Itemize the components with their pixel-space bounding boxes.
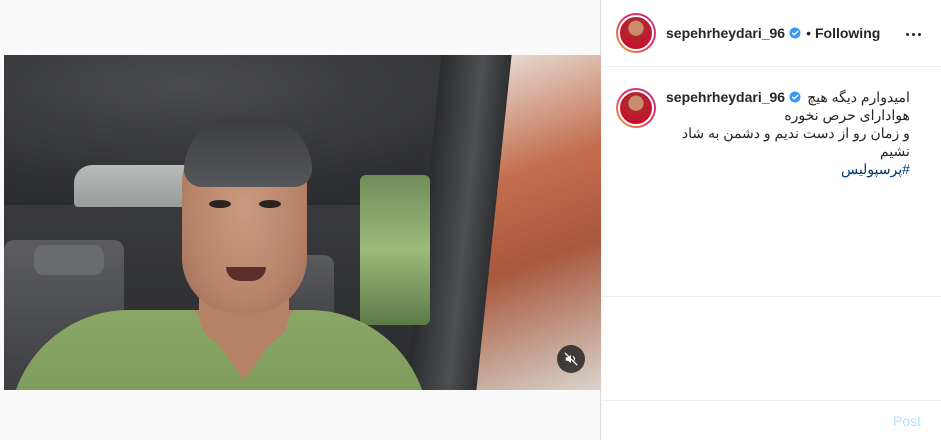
- caption-text-line: نشیم: [879, 143, 910, 159]
- instagram-post: sepehrheydari_96 • Following sepehrheyda…: [0, 0, 941, 440]
- story-ring[interactable]: [616, 13, 656, 53]
- following-button[interactable]: Following: [815, 25, 880, 41]
- caption-body: sepehrheydari_96 امیدوارم دیگه هیچ هوادا…: [666, 88, 910, 178]
- post-comment-button[interactable]: Post: [893, 413, 921, 429]
- header-username[interactable]: sepehrheydari_96: [666, 25, 785, 41]
- media-panel: [3, 0, 601, 440]
- add-comment-bar: Post: [602, 400, 941, 440]
- video-person-eye: [209, 200, 231, 208]
- speaker-muted-icon: [564, 352, 578, 366]
- comments-area: sepehrheydari_96 امیدوارم دیگه هیچ هوادا…: [602, 67, 941, 297]
- video-scene-side-window: [360, 175, 430, 325]
- caption-head: sepehrheydari_96 امیدوارم دیگه هیچ: [666, 88, 910, 106]
- video-scene-headrest: [34, 245, 104, 275]
- comment-input[interactable]: [616, 409, 876, 433]
- avatar: [618, 15, 654, 51]
- header-separator: •: [806, 25, 811, 41]
- post-caption: sepehrheydari_96 امیدوارم دیگه هیچ هوادا…: [616, 88, 926, 178]
- verified-badge-icon: [789, 27, 801, 39]
- post-side-panel: sepehrheydari_96 • Following sepehrheyda…: [602, 0, 941, 440]
- caption-story-ring[interactable]: [616, 88, 656, 128]
- caption-username[interactable]: sepehrheydari_96: [666, 88, 785, 106]
- post-header: sepehrheydari_96 • Following: [602, 0, 941, 67]
- hashtag-link[interactable]: #پرسپولیس: [666, 160, 910, 178]
- verified-badge-icon: [789, 91, 801, 103]
- caption-text-line: و زمان رو از دست ندیم و دشمن به شاد: [681, 125, 910, 141]
- caption-text-line: هوادارای حرص نخوره: [784, 107, 910, 123]
- mute-toggle-button[interactable]: [557, 345, 585, 373]
- more-options-icon[interactable]: [903, 24, 923, 44]
- post-video[interactable]: [4, 55, 601, 390]
- caption-text-line: امیدوارم دیگه هیچ: [807, 89, 910, 105]
- caption-avatar: [618, 90, 654, 126]
- video-person-eye: [259, 200, 281, 208]
- video-person-collar: [194, 310, 294, 380]
